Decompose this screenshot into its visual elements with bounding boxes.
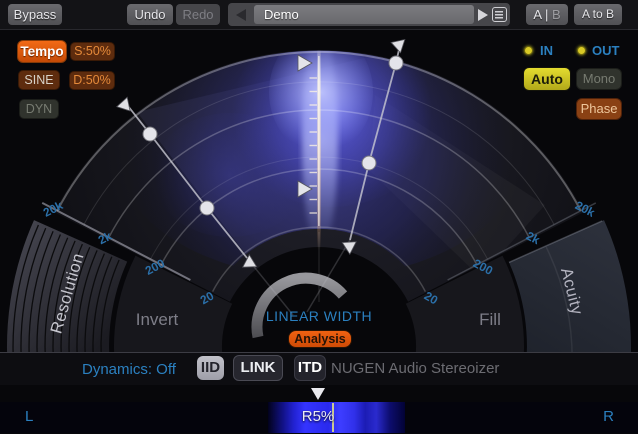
itd-button[interactable]: ITD [294, 355, 326, 381]
out-led-icon [577, 46, 586, 55]
phase-button[interactable]: Phase [576, 98, 622, 120]
preset-menu-icon[interactable] [492, 7, 507, 22]
preset-prev-icon[interactable] [236, 9, 246, 21]
envelope-handle[interactable] [143, 127, 157, 141]
title-bar: Bypass Undo Redo Demo A | B A to B [0, 0, 638, 30]
a-to-b-button[interactable]: A to B [574, 4, 622, 25]
width-mode-label: LINEAR WIDTH [240, 308, 398, 324]
link-button[interactable]: LINK [233, 355, 283, 381]
pan-pointer-icon[interactable] [311, 388, 325, 400]
envelope-handle[interactable] [362, 156, 376, 170]
out-label: OUT [592, 43, 619, 58]
redo-button[interactable]: Redo [176, 4, 220, 25]
ab-a-label: A | [533, 7, 548, 22]
bypass-button[interactable]: Bypass [8, 4, 62, 25]
analysis-button[interactable]: Analysis [288, 330, 352, 348]
preset-name-field[interactable]: Demo [254, 5, 474, 24]
in-label: IN [540, 43, 553, 58]
meter-right-label: R [603, 408, 614, 425]
envelope-handle[interactable] [200, 201, 214, 215]
info-bar: Dynamics: Off IID LINK ITD NUGEN Audio S… [0, 352, 638, 385]
d-value-button[interactable]: D:50% [69, 71, 115, 90]
pan-meter[interactable]: L R5% R [0, 402, 638, 433]
s-value-button[interactable]: S:50% [70, 42, 115, 61]
brand-label: NUGEN Audio Stereoizer [331, 360, 499, 377]
preset-next-icon[interactable] [478, 9, 488, 21]
ab-compare-button[interactable]: A | B [526, 4, 568, 25]
sine-button[interactable]: SINE [18, 70, 60, 90]
auto-button[interactable]: Auto [523, 67, 571, 91]
ab-b-label: B [552, 7, 561, 22]
tempo-button[interactable]: Tempo [17, 40, 67, 63]
preset-selector: Demo [228, 3, 510, 26]
invert-button[interactable]: Invert [128, 310, 186, 330]
plugin-window: 20k 2k 200 20 20k 2k 200 20 Resolution A… [0, 0, 638, 434]
dynamics-status: Dynamics: Off [82, 361, 176, 378]
fill-button[interactable]: Fill [468, 310, 512, 330]
meter-left-label: L [25, 408, 33, 425]
dyn-button[interactable]: DYN [19, 99, 59, 119]
iid-button[interactable]: IID [197, 356, 224, 380]
mono-button[interactable]: Mono [576, 68, 622, 90]
in-led-icon [524, 46, 533, 55]
pan-value: R5% [280, 408, 356, 425]
undo-button[interactable]: Undo [127, 4, 173, 25]
envelope-handle[interactable] [389, 56, 403, 70]
